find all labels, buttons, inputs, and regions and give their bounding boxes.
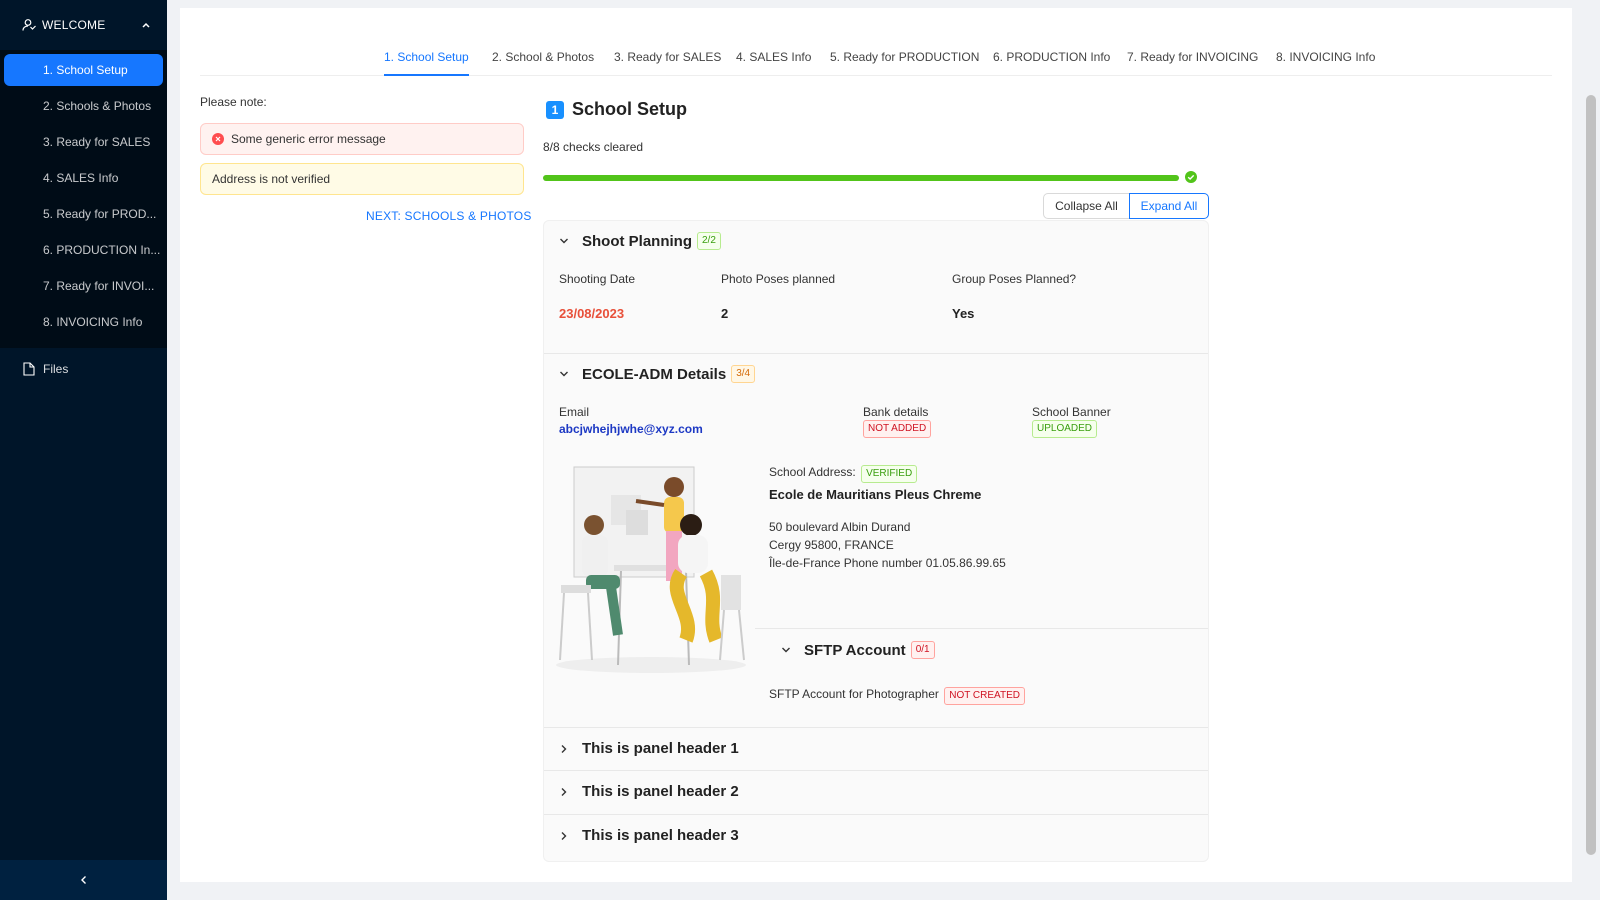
tab-ready-sales[interactable]: 3. Ready for SALES [614,48,721,86]
panel-3: This is panel header 3 [544,815,1208,861]
school-address-label: School Address: [769,465,856,479]
chevron-down-icon [560,371,568,377]
school-banner-status: UPLOADED [1032,420,1098,438]
checks-progress-bar [543,175,1179,181]
next-schools-photos-link[interactable]: NEXT: SCHOOLS & PHOTOS [366,209,532,223]
tab-invoicing-info[interactable]: 8. INVOICING Info [1276,48,1375,86]
tab-sales-info[interactable]: 4. SALES Info [736,48,811,86]
tab-school-photos[interactable]: 2. School & Photos [492,48,594,86]
school-address-row: School Address: VERIFIED [769,465,918,483]
address-line-3: Île-de-France Phone number 01.05.86.99.6… [769,556,1006,570]
chevron-down-icon [560,238,568,244]
shooting-date-value: 23/08/2023 [559,306,625,321]
sidebar-item-school-setup[interactable]: 1. School Setup [4,54,163,86]
address-line-2: Cergy 95800, FRANCE [769,538,894,552]
tab-production-info[interactable]: 6. PRODUCTION Info [993,48,1110,86]
step-tabs: 1. School Setup 2. School & Photos 3. Re… [200,38,1552,76]
group-poses-value: Yes [952,306,975,321]
checks-collapse: Shoot Planning 2/2 Shooting Date Photo P… [543,220,1209,862]
user-icon [22,19,36,31]
warning-alert-text: Address is not verified [212,172,331,186]
panel-3-header[interactable]: This is panel header 3 [559,827,739,844]
school-banner-tag-wrap: UPLOADED [1027,420,1098,438]
chevron-up-icon [142,22,150,28]
section-number-badge: 1 [546,101,564,119]
chevron-right-icon [561,744,567,753]
school-name: Ecole de Mauritians Pleus Chreme [769,487,982,502]
shoot-planning-badge: 2/2 [697,232,721,250]
sidebar-submenu: 1. School Setup 2. Schools & Photos 3. R… [0,50,167,348]
tab-ready-production[interactable]: 5. Ready for PRODUCTION [830,48,979,86]
chevron-right-icon [561,787,567,796]
checks-cleared-text: 8/8 checks cleared [543,140,644,154]
collapse-all-button[interactable]: Collapse All [1043,193,1130,219]
section-title: School Setup [572,99,688,119]
bank-details-status: NOT ADDED [863,420,932,438]
panel-sftp-title: SFTP Account [804,641,906,659]
file-icon [23,362,35,376]
page-scrollbar[interactable] [1586,95,1596,855]
tab-ready-invoicing[interactable]: 7. Ready for INVOICING [1127,48,1258,86]
sidebar-item-ready-production[interactable]: 5. Ready for PROD... [4,198,163,230]
sidebar-item-schools-photos[interactable]: 2. Schools & Photos [4,90,163,122]
email-value[interactable]: abcjwhejhjwhe@xyz.com [559,422,703,436]
error-alert-text: Some generic error message [231,132,386,146]
panel-3-title: This is panel header 3 [582,827,739,844]
check-circle-icon [1185,171,1197,183]
panel-shoot-planning: Shoot Planning 2/2 Shooting Date Photo P… [544,221,1208,354]
sidebar-item-production-info[interactable]: 6. PRODUCTION In... [4,234,163,266]
chevron-right-icon [561,831,567,840]
expand-all-button[interactable]: Expand All [1129,193,1209,219]
sidebar-item-ready-sales[interactable]: 3. Ready for SALES [4,126,163,158]
sidebar-item-files[interactable]: Files [0,349,167,389]
sidebar-group-label: WELCOME [42,18,106,32]
sftp-label: SFTP Account for Photographer [769,687,939,701]
panel-ecole-adm-title: ECOLE-ADM Details [582,365,727,383]
sidebar-item-sales-info[interactable]: 4. SALES Info [4,162,163,194]
error-alert: Some generic error message [200,123,524,155]
photo-poses-value: 2 [721,306,729,321]
tab-school-setup[interactable]: 1. School Setup [384,48,469,76]
school-address-status: VERIFIED [861,465,918,483]
sftp-divider [755,628,1208,629]
meeting-illustration [556,466,746,673]
email-label: Email [559,405,590,419]
sidebar-files-label: Files [43,362,69,376]
photo-poses-label: Photo Poses planned [721,272,836,286]
sidebar-item-ready-invoicing[interactable]: 7. Ready for INVOI... [4,270,163,302]
sidebar: WELCOME 1. School Setup 2. Schools & Pho… [0,0,167,900]
panel-sftp-header[interactable]: SFTP Account 0/1 [781,641,935,659]
panel-2: This is panel header 2 [544,771,1208,815]
chevron-down-icon [782,647,790,653]
sidebar-group-welcome[interactable]: WELCOME [0,0,167,50]
school-banner-label: School Banner [1032,405,1111,419]
panel-1-title: This is panel header 1 [582,740,739,757]
sftp-status: NOT CREATED [944,687,1025,705]
sftp-row: SFTP Account for Photographer NOT CREATE… [769,687,1025,705]
sidebar-collapse-button[interactable] [0,860,167,900]
shooting-date-label: Shooting Date [559,272,636,286]
notes-title: Please note: [200,95,267,109]
panel-ecole-adm-header[interactable]: ECOLE-ADM Details 3/4 [559,365,756,383]
address-line-1: 50 boulevard Albin Durand [769,520,911,534]
panel-1-header[interactable]: This is panel header 1 [559,740,739,757]
panel-ecole-adm: ECOLE-ADM Details 3/4 Email abcjwhejhjwh… [544,354,1208,725]
warning-alert: Address is not verified [200,163,524,195]
sidebar-item-invoicing-info[interactable]: 8. INVOICING Info [4,306,163,338]
panel-shoot-planning-header[interactable]: Shoot Planning 2/2 [559,232,721,250]
panel-2-title: This is panel header 2 [582,783,739,800]
panel-shoot-planning-title: Shoot Planning [582,232,692,250]
group-poses-label: Group Poses Planned? [952,272,1077,286]
panel-2-header[interactable]: This is panel header 2 [559,783,739,800]
ecole-adm-badge: 3/4 [731,365,756,383]
sftp-badge: 0/1 [910,641,935,659]
bank-details-label: Bank details [863,405,929,419]
checks-progress-fill [543,175,1179,181]
panel-1: This is panel header 1 [544,727,1208,771]
bank-details-tag-wrap: NOT ADDED [858,420,932,438]
chevron-left-icon [80,876,86,884]
close-circle-icon [212,133,224,145]
